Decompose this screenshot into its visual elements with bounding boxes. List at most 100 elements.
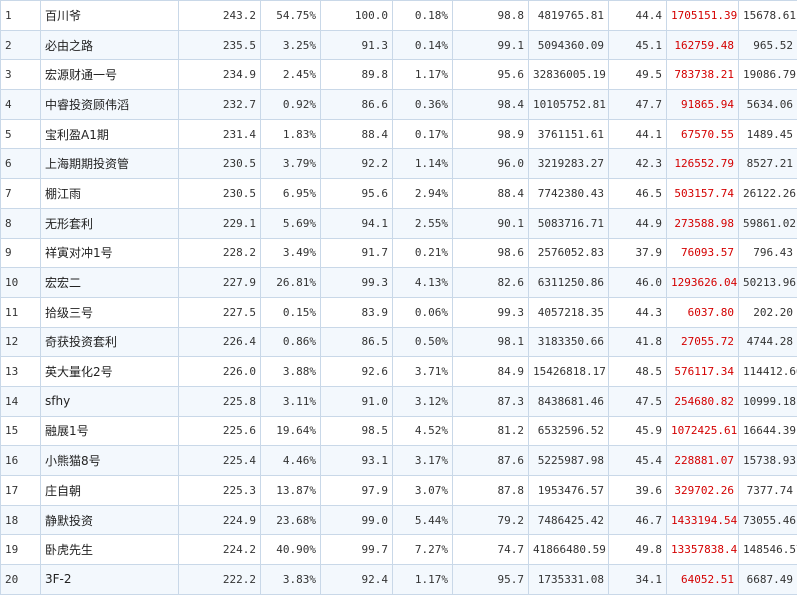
drawdown-cell: 1.17% — [392, 564, 453, 595]
fee-cell: 114412.66 — [738, 356, 797, 387]
table-row: 14 sfhy 225.8 3.11% 91.0 3.12% 87.3 8438681.46 4… — [0, 386, 797, 417]
name-cell[interactable]: 3F-2 — [40, 564, 179, 595]
name-cell[interactable]: 融展1号 — [40, 416, 179, 447]
name-cell[interactable]: 宏源财通一号 — [40, 59, 179, 91]
fee-cell: 796.43 — [738, 238, 797, 269]
score-cell: 230.5 — [178, 148, 261, 180]
table-row: 3 宏源财通一号 234.9 2.45% 89.8 1.17% 95.6 32836005.1… — [0, 59, 797, 91]
rank-cell: 10 — [0, 267, 41, 298]
stability-cell: 81.2 — [452, 416, 529, 447]
stability-cell: 84.9 — [452, 356, 529, 387]
index-cell: 44.1 — [608, 119, 667, 150]
score-cell: 225.6 — [178, 416, 261, 447]
name-cell[interactable]: 庄自朝 — [40, 475, 179, 506]
equity-cell: 6532596.52 — [528, 416, 609, 447]
return-cell: 2.45% — [260, 59, 321, 91]
return-cell: 3.49% — [260, 238, 321, 269]
index-cell: 34.1 — [608, 564, 667, 595]
profit-cell: 783738.21 — [666, 59, 739, 91]
name-cell[interactable]: 上海期期投资管 — [40, 148, 179, 180]
rank-cell: 17 — [0, 475, 41, 506]
equity-cell: 1735331.08 — [528, 564, 609, 595]
stability-cell: 87.8 — [452, 475, 529, 506]
score-cell: 226.0 — [178, 356, 261, 387]
score-cell: 228.2 — [178, 238, 261, 269]
stability-cell: 98.4 — [452, 89, 529, 120]
score-cell: 224.2 — [178, 534, 261, 566]
index-cell: 46.5 — [608, 178, 667, 209]
profit-cell: 228881.07 — [666, 445, 739, 476]
name-cell[interactable]: 百川爷 — [40, 0, 179, 31]
stability-cell: 95.7 — [452, 564, 529, 595]
score-cell: 222.2 — [178, 564, 261, 595]
name-cell[interactable]: sfhy — [40, 386, 179, 417]
score-cell: 231.4 — [178, 119, 261, 150]
fee-cell: 6687.49 — [738, 564, 797, 595]
stability-cell: 90.1 — [452, 208, 529, 239]
percentile-cell: 98.5 — [320, 416, 393, 447]
table-row: 13 英大量化2号 226.0 3.88% 92.6 3.71% 84.9 15426818.… — [0, 356, 797, 387]
index-cell: 49.8 — [608, 534, 667, 566]
name-cell[interactable]: 宝利盈A1期 — [40, 119, 179, 150]
profit-cell: 273588.98 — [666, 208, 739, 239]
percentile-cell: 92.2 — [320, 148, 393, 180]
rank-cell: 6 — [0, 148, 41, 180]
equity-cell: 3219283.27 — [528, 148, 609, 180]
profit-cell: 13357838.43 — [666, 534, 739, 566]
return-cell: 3.11% — [260, 386, 321, 417]
rank-cell: 7 — [0, 178, 41, 209]
name-cell[interactable]: 拾级三号 — [40, 297, 179, 328]
profit-cell: 64052.51 — [666, 564, 739, 595]
drawdown-cell: 0.06% — [392, 297, 453, 328]
index-cell: 42.3 — [608, 148, 667, 180]
equity-cell: 4819765.81 — [528, 0, 609, 31]
name-cell[interactable]: 棚江雨 — [40, 178, 179, 209]
table-row: 2 必由之路 235.5 3.25% 91.3 0.14% 99.1 5094360.09 45… — [0, 30, 797, 61]
name-cell[interactable]: 宏宏二 — [40, 267, 179, 298]
profit-cell: 6037.80 — [666, 297, 739, 328]
profit-cell: 126552.79 — [666, 148, 739, 180]
equity-cell: 3761151.61 — [528, 119, 609, 150]
name-cell[interactable]: 中睿投资顾伟滔 — [40, 89, 179, 120]
rank-cell: 16 — [0, 445, 41, 476]
return-cell: 40.90% — [260, 534, 321, 566]
stability-cell: 79.2 — [452, 505, 529, 536]
equity-cell: 5094360.09 — [528, 30, 609, 61]
fee-cell: 965.52 — [738, 30, 797, 61]
name-cell[interactable]: 无形套利 — [40, 208, 179, 239]
name-cell[interactable]: 奇获投资套利 — [40, 327, 179, 358]
table-row: 11 拾级三号 227.5 0.15% 83.9 0.06% 99.3 4057218.35 4… — [0, 297, 797, 328]
name-cell[interactable]: 静默投资 — [40, 505, 179, 536]
name-cell[interactable]: 小熊猫8号 — [40, 445, 179, 476]
percentile-cell: 100.0 — [320, 0, 393, 31]
return-cell: 23.68% — [260, 505, 321, 536]
return-cell: 6.95% — [260, 178, 321, 209]
rank-cell: 19 — [0, 534, 41, 566]
profit-cell: 1072425.61 — [666, 416, 739, 447]
rank-cell: 12 — [0, 327, 41, 358]
table-row: 1 百川爷 243.2 54.75% 100.0 0.18% 98.8 4819765.81 4… — [0, 0, 797, 31]
index-cell: 44.4 — [608, 0, 667, 31]
equity-cell: 5083716.71 — [528, 208, 609, 239]
ranking-table: 1 百川爷 243.2 54.75% 100.0 0.18% 98.8 4819765.81 4… — [0, 0, 797, 595]
index-cell: 45.4 — [608, 445, 667, 476]
table-row: 4 中睿投资顾伟滔 232.7 0.92% 86.6 0.36% 98.4 10105752.… — [0, 89, 797, 120]
percentile-cell: 99.0 — [320, 505, 393, 536]
fee-cell: 148546.57 — [738, 534, 797, 566]
score-cell: 225.3 — [178, 475, 261, 506]
rank-cell: 14 — [0, 386, 41, 417]
table-row: 7 棚江雨 230.5 6.95% 95.6 2.94% 88.4 7742380.43 46.… — [0, 178, 797, 209]
index-cell: 44.9 — [608, 208, 667, 239]
table-row: 18 静默投资 224.9 23.68% 99.0 5.44% 79.2 7486425.42… — [0, 505, 797, 536]
stability-cell: 96.0 — [452, 148, 529, 180]
table-row: 19 卧虎先生 224.2 40.90% 99.7 7.27% 74.7 41866480.5… — [0, 534, 797, 566]
name-cell[interactable]: 必由之路 — [40, 30, 179, 61]
name-cell[interactable]: 英大量化2号 — [40, 356, 179, 387]
index-cell: 41.8 — [608, 327, 667, 358]
stability-cell: 98.1 — [452, 327, 529, 358]
fee-cell: 73055.46 — [738, 505, 797, 536]
name-cell[interactable]: 卧虎先生 — [40, 534, 179, 566]
rank-cell: 20 — [0, 564, 41, 595]
name-cell[interactable]: 祥寅对冲1号 — [40, 238, 179, 269]
profit-cell: 329702.26 — [666, 475, 739, 506]
